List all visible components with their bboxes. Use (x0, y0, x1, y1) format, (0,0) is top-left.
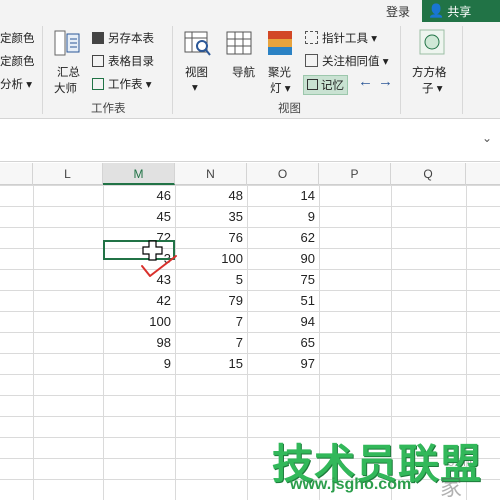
table-dir-item[interactable]: 表格目录 (92, 53, 154, 69)
summary-master-icon[interactable] (52, 28, 82, 58)
watermark-site: www.jsgho.com (290, 476, 412, 493)
follow-icon (305, 54, 318, 67)
cell-M8[interactable]: 98 (103, 332, 175, 353)
cell-N7[interactable]: 7 (175, 311, 247, 332)
separator (462, 26, 463, 114)
gridline (0, 374, 500, 375)
gridline (0, 395, 500, 396)
gridline (33, 185, 34, 500)
check-mark-icon (141, 255, 177, 277)
column-header-N[interactable]: N (175, 163, 247, 185)
cell-M1[interactable]: 46 (103, 185, 175, 206)
cell-N8[interactable]: 7 (175, 332, 247, 353)
view-dropdown-chevron[interactable]: ▾ (192, 80, 198, 94)
cell-O5[interactable]: 75 (247, 269, 319, 290)
save-as-item[interactable]: 另存本表 (92, 30, 154, 46)
cell-O6[interactable]: 51 (247, 290, 319, 311)
pointer-tool-item[interactable]: 指针工具 ▾ (305, 30, 377, 46)
worksheet-icon (92, 78, 104, 90)
spotlight-icon[interactable] (266, 28, 294, 58)
separator (172, 26, 173, 114)
column-header-P[interactable]: P (319, 163, 391, 185)
column-header-M[interactable]: M (103, 163, 175, 185)
watermark-corner: 家 (440, 475, 463, 500)
separator (42, 26, 43, 114)
cell-O8[interactable]: 65 (247, 332, 319, 353)
follow-same-item[interactable]: 关注相同值 ▾ (305, 53, 388, 69)
back-arrow-icon[interactable]: ← (358, 73, 373, 90)
save-icon (92, 32, 104, 44)
separator (400, 26, 401, 114)
spotlight-label-2[interactable]: 灯 ▾ (270, 80, 290, 96)
column-header-partial[interactable] (0, 163, 33, 185)
worksheet-item[interactable]: 工作表 ▾ (92, 76, 151, 92)
fangfang-label-1[interactable]: 方方格 (412, 64, 447, 80)
formula-bar[interactable]: ⌄ (0, 118, 500, 162)
fangfang-label-2[interactable]: 子 ▾ (422, 80, 442, 96)
column-header-partial-right[interactable] (466, 163, 500, 185)
memory-icon (307, 79, 318, 90)
user-icon: 👤 (428, 3, 445, 18)
nav-grid-icon[interactable] (225, 28, 253, 58)
cell-O1[interactable]: 14 (247, 185, 319, 206)
fangfang-icon[interactable] (418, 28, 446, 56)
partial-item-1[interactable]: 定颜色 (0, 30, 35, 46)
cell-N6[interactable]: 79 (175, 290, 247, 311)
cell-M9[interactable]: 9 (103, 353, 175, 374)
pointer-icon (305, 31, 318, 44)
cell-O2[interactable]: 9 (247, 206, 319, 227)
share-label: 共享 (447, 4, 472, 19)
nav-button[interactable]: 导航 (232, 64, 255, 80)
partial-item-2[interactable]: 定颜色 (0, 53, 35, 69)
workbook-group-label: 工作表 (91, 103, 126, 115)
table-dir-icon (92, 55, 104, 67)
cell-N2[interactable]: 35 (175, 206, 247, 227)
ribbon: 登录 👤 共享 定颜色 定颜色 分析 ▾ 汇总 大师 另存本表 表格目录 工作表… (0, 0, 500, 118)
partial-item-3[interactable]: 分析 ▾ (0, 76, 32, 92)
cell-O9[interactable]: 97 (247, 353, 319, 374)
column-headers: L M N O P Q (0, 163, 500, 185)
cell-O4[interactable]: 90 (247, 248, 319, 269)
column-header-O[interactable]: O (247, 163, 319, 185)
summary-label-1[interactable]: 汇总 (57, 64, 80, 80)
view-group-label: 视图 (278, 103, 301, 115)
cell-O3[interactable]: 62 (247, 227, 319, 248)
column-header-L[interactable]: L (33, 163, 103, 185)
summary-label-2[interactable]: 大师 (54, 80, 77, 96)
share-button[interactable]: 👤 共享 (422, 0, 500, 22)
spotlight-label-1[interactable]: 聚光 (268, 64, 291, 80)
login-link[interactable]: 登录 (386, 3, 410, 20)
view-button[interactable]: 视图 (185, 64, 208, 80)
gridline (0, 416, 500, 417)
cell-O7[interactable]: 94 (247, 311, 319, 332)
memory-button[interactable]: 记忆 (303, 75, 348, 95)
column-header-Q[interactable]: Q (391, 163, 466, 185)
cell-N1[interactable]: 48 (175, 185, 247, 206)
chevron-down-icon[interactable]: ⌄ (482, 131, 492, 145)
cell-M6[interactable]: 42 (103, 290, 175, 311)
cell-N9[interactable]: 15 (175, 353, 247, 374)
cell-M7[interactable]: 100 (103, 311, 175, 332)
cell-M2[interactable]: 45 (103, 206, 175, 227)
view-icon[interactable] (182, 28, 212, 58)
forward-arrow-icon[interactable]: → (378, 73, 393, 90)
